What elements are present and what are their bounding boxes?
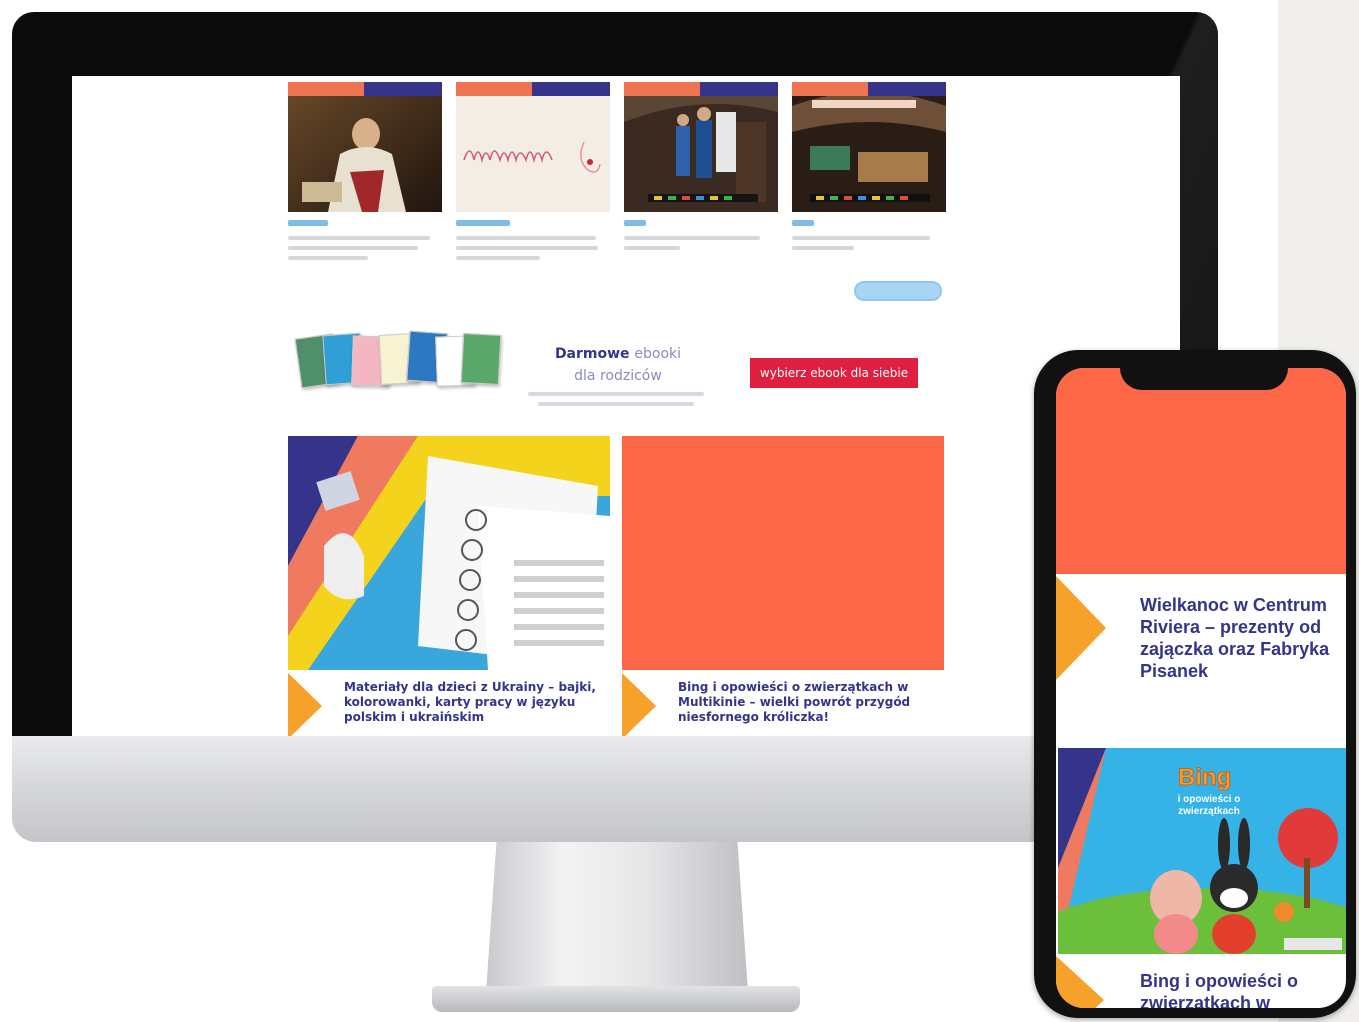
card-image-handwriting[interactable] [456,82,610,212]
card-excerpt-line [456,256,540,260]
card-category[interactable] [792,220,814,226]
card-image-museum[interactable] [624,82,778,212]
card-excerpt-line [624,236,760,240]
article-card[interactable] [288,82,442,260]
phone-frame: Wielkanoc w Centrum Riviera – prezenty o… [1034,350,1356,1018]
tile-arrow-icon [288,673,322,736]
imac-stand [486,842,748,992]
phone-screen: Wielkanoc w Centrum Riviera – prezenty o… [1056,368,1346,1008]
card-image-portrait[interactable] [288,82,442,212]
card-category[interactable] [288,220,328,226]
phone-notch [1120,356,1288,390]
card-excerpt-line [792,246,854,250]
poster-subtitle: i opowieści o zwierzątkach [1177,794,1241,817]
card-excerpt-line [792,236,930,240]
card-excerpt-line [288,256,368,260]
tile-image-worksheets[interactable] [288,436,610,670]
card-excerpt-line [624,246,680,250]
card-image-exhibit[interactable] [792,82,946,212]
more-articles-button[interactable] [854,281,942,301]
mockup-stage: Darmowe ebooki dla rodziców wybierz eboo… [0,0,1359,1022]
choose-ebook-button[interactable]: wybierz ebook dla siebie [750,358,918,388]
mobile-arrow-icon [1056,956,1104,1008]
mobile-bing-poster[interactable]: Bing i opowieści o zwierzątkach [1058,748,1346,954]
imac-base [432,986,800,1012]
article-card[interactable] [624,82,778,250]
tile-title[interactable]: Bing i opowieści o zwierzątkach w Multik… [678,680,934,725]
featured-tile[interactable]: Bing i opowieści o zwierzątkach w Multik… [622,436,944,736]
card-excerpt-line [288,246,418,250]
ebook-title: Darmowe ebooki [554,346,682,362]
ebook-subtitle: dla rodziców [574,368,662,384]
featured-tile[interactable]: Materiały dla dzieci z Ukrainy – bajki, … [288,436,610,736]
tile-image-placeholder[interactable] [622,436,944,670]
desktop-screen: Darmowe ebooki dla rodziców wybierz eboo… [72,76,1180,736]
poster-title: Bing [1177,764,1232,792]
mobile-article-title[interactable]: Bing i opowieści o zwierzątkach w [1140,970,1340,1008]
card-excerpt-line [456,246,598,250]
card-category[interactable] [456,220,510,226]
card-excerpt-line [456,236,596,240]
card-category[interactable] [624,220,646,226]
mobile-badge [1284,938,1342,950]
ebook-covers [294,330,502,390]
ebook-description-line [528,392,704,396]
tile-title[interactable]: Materiały dla dzieci z Ukrainy – bajki, … [344,680,600,725]
card-excerpt-line [288,236,430,240]
ebook-description-line [538,402,694,406]
tile-arrow-icon [622,673,656,736]
article-card[interactable] [456,82,610,260]
mobile-arrow-icon [1056,576,1106,680]
article-card[interactable] [792,82,946,250]
mobile-hero-image[interactable] [1056,368,1346,574]
mobile-article-title[interactable]: Wielkanoc w Centrum Riviera – prezenty o… [1140,594,1340,682]
